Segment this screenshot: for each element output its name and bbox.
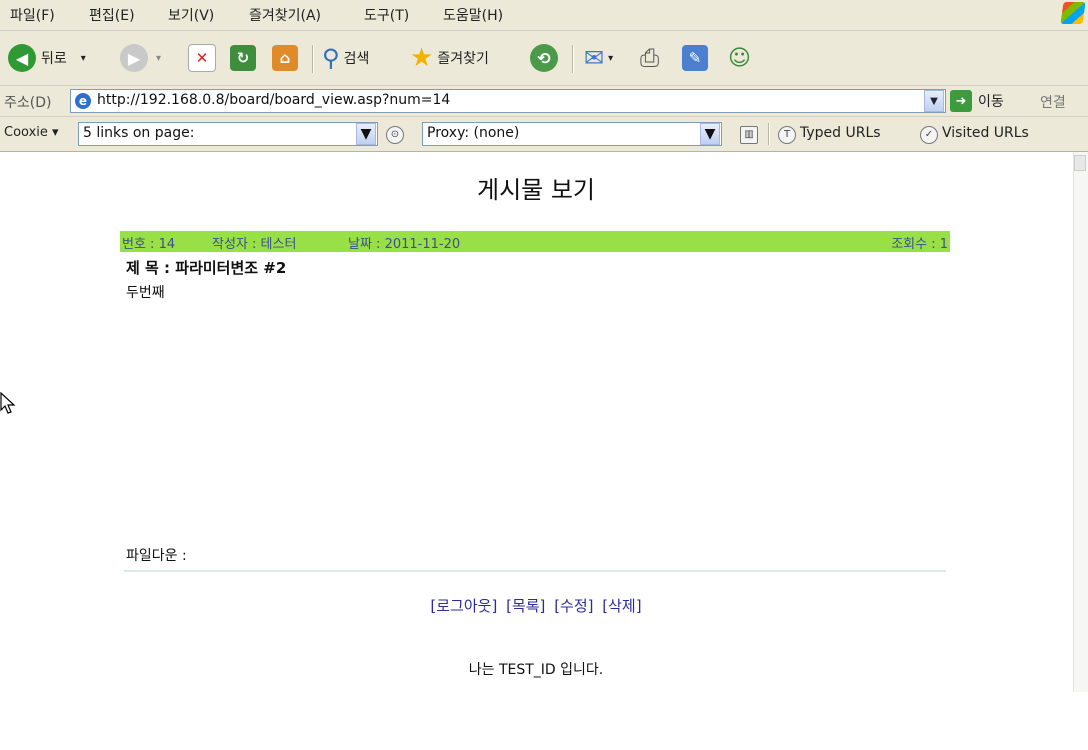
history-button[interactable]: ⟲ xyxy=(530,43,558,73)
delete-link[interactable]: [삭제] xyxy=(602,597,641,615)
stop-button[interactable]: ✕ xyxy=(188,43,216,73)
home-icon: ⌂ xyxy=(272,45,298,71)
search-icon: ⚲ xyxy=(322,44,340,72)
proxy-field-text: Proxy: (none) xyxy=(427,125,520,141)
post-views: 조회수 : 1 xyxy=(891,237,948,252)
print-button[interactable]: ⎙ xyxy=(640,43,659,73)
user-message: 나는 TEST_ID 입니다. xyxy=(468,662,604,678)
cookie-toolbar: Cooxie ▾ 5 links on page: ▼ ⊙ Proxy: (no… xyxy=(0,117,1088,152)
post-date: 날짜 : 2011-11-20 xyxy=(348,237,461,252)
typed-urls-button[interactable]: Typed URLs xyxy=(800,125,881,141)
page-title: 게시물 보기 xyxy=(476,176,596,204)
file-download-label: 파일다운 : xyxy=(126,548,187,564)
edit-link[interactable]: [수정] xyxy=(554,597,593,615)
address-dropdown-icon[interactable]: ▼ xyxy=(924,90,944,112)
favorites-button[interactable]: ★ 즐겨찾기 xyxy=(410,43,489,73)
logout-link[interactable]: [로그아웃] xyxy=(430,597,497,615)
back-button[interactable]: ◀ 뒤로 ▾ xyxy=(8,43,86,73)
menu-view[interactable]: 보기(V) xyxy=(168,5,214,25)
refresh-button[interactable]: ↻ xyxy=(230,43,256,73)
visited-urls-button[interactable]: Visited URLs xyxy=(942,125,1029,141)
post-number: 번호 : 14 xyxy=(122,237,176,252)
forward-arrow-icon: ▶ xyxy=(120,44,148,72)
list-link[interactable]: [목록] xyxy=(506,597,545,615)
home-button[interactable]: ⌂ xyxy=(272,43,298,73)
messenger-button[interactable]: ☺ xyxy=(728,43,751,73)
visited-urls-icon: ✓ xyxy=(920,126,938,144)
back-arrow-icon: ◀ xyxy=(8,44,36,72)
windows-logo-icon xyxy=(1060,2,1086,24)
links-dropdown[interactable]: 5 links on page: ▼ xyxy=(78,122,378,146)
menu-help[interactable]: 도움말(H) xyxy=(443,5,503,25)
menu-favorites[interactable]: 즐겨찾기(A) xyxy=(249,5,321,25)
favorites-label: 즐겨찾기 xyxy=(437,51,489,67)
star-icon: ★ xyxy=(410,43,434,73)
messenger-icon: ☺ xyxy=(728,45,751,71)
typed-urls-icon: T xyxy=(778,126,796,144)
links-label[interactable]: 연결 xyxy=(1040,92,1066,112)
print-icon: ⎙ xyxy=(640,44,660,72)
address-url: http://192.168.0.8/board/board_view.asp?… xyxy=(97,92,451,108)
mail-dropdown-icon[interactable]: ▾ xyxy=(608,53,613,64)
toolbar: ◀ 뒤로 ▾ ▶ ▾ ✕ ↻ ⌂ ⚲ 검색 ★ 즐겨찾기 ⟲ ✉ ▾ ⎙ ✎ ☺ xyxy=(0,31,1088,86)
scroll-up-icon[interactable] xyxy=(1074,155,1086,171)
toolbar-separator xyxy=(312,45,314,73)
go-button[interactable]: ➜ 이동 xyxy=(950,90,1004,112)
browser-chrome: 파일(F) 편집(E) 보기(V) 즐겨찾기(A) 도구(T) 도움말(H) ◀… xyxy=(0,0,1088,152)
post-author: 작성자 : 테스터 xyxy=(212,237,297,252)
cookie-menu[interactable]: Cooxie ▾ xyxy=(4,125,59,140)
search-button[interactable]: ⚲ 검색 xyxy=(322,43,369,73)
post-info-bar: 번호 : 14 작성자 : 테스터 날짜 : 2011-11-20 조회수 : … xyxy=(120,231,950,252)
links-dropdown-icon[interactable]: ▼ xyxy=(356,123,376,145)
menu-bar: 파일(F) 편집(E) 보기(V) 즐겨찾기(A) 도구(T) 도움말(H) xyxy=(0,0,1088,31)
menu-file[interactable]: 파일(F) xyxy=(10,5,55,25)
edit-button[interactable]: ✎ xyxy=(682,43,708,73)
go-label: 이동 xyxy=(978,94,1004,110)
history-icon: ⟲ xyxy=(530,44,558,72)
toolbar-separator xyxy=(572,45,574,73)
back-dropdown-icon[interactable]: ▾ xyxy=(81,53,86,64)
links-field-text: 5 links on page: xyxy=(83,125,195,141)
ie-page-icon: e xyxy=(75,93,91,109)
mouse-cursor-icon xyxy=(0,392,16,414)
mail-icon: ✉ xyxy=(584,44,605,72)
proxy-dropdown[interactable]: Proxy: (none) ▼ xyxy=(422,122,722,146)
post-subject: 제 목 : 파라미터변조 #2 xyxy=(126,259,287,277)
address-label: 주소(D) xyxy=(4,95,52,111)
vertical-scrollbar[interactable] xyxy=(1073,152,1088,692)
menu-tools[interactable]: 도구(T) xyxy=(364,5,409,25)
refresh-links-icon[interactable]: ⊙ xyxy=(386,126,404,144)
proxy-dropdown-icon[interactable]: ▼ xyxy=(700,123,720,145)
divider xyxy=(124,570,946,572)
search-label: 검색 xyxy=(343,51,370,67)
action-links: [로그아웃] [목록] [수정] [삭제] xyxy=(0,595,1072,616)
mail-button[interactable]: ✉ ▾ xyxy=(584,43,613,73)
go-arrow-icon: ➜ xyxy=(950,90,972,112)
toolbar-separator xyxy=(768,123,770,145)
address-bar: 주소(D) e http://192.168.0.8/board/board_v… xyxy=(0,86,1088,117)
page-content: 게시물 보기 번호 : 14 작성자 : 테스터 날짜 : 2011-11-20… xyxy=(0,152,1088,750)
forward-button[interactable]: ▶ ▾ xyxy=(120,43,161,73)
menu-edit[interactable]: 편집(E) xyxy=(89,5,135,25)
stop-icon: ✕ xyxy=(188,44,216,72)
cookie-label: Cooxie xyxy=(4,125,48,140)
book-icon[interactable]: ▥ xyxy=(740,126,758,144)
address-input[interactable]: e http://192.168.0.8/board/board_view.as… xyxy=(70,89,946,113)
back-label: 뒤로 xyxy=(41,51,67,67)
post-body: 두번째 xyxy=(126,285,165,301)
refresh-icon: ↻ xyxy=(230,45,256,71)
edit-page-icon: ✎ xyxy=(682,45,708,71)
forward-dropdown-icon[interactable]: ▾ xyxy=(156,53,161,64)
